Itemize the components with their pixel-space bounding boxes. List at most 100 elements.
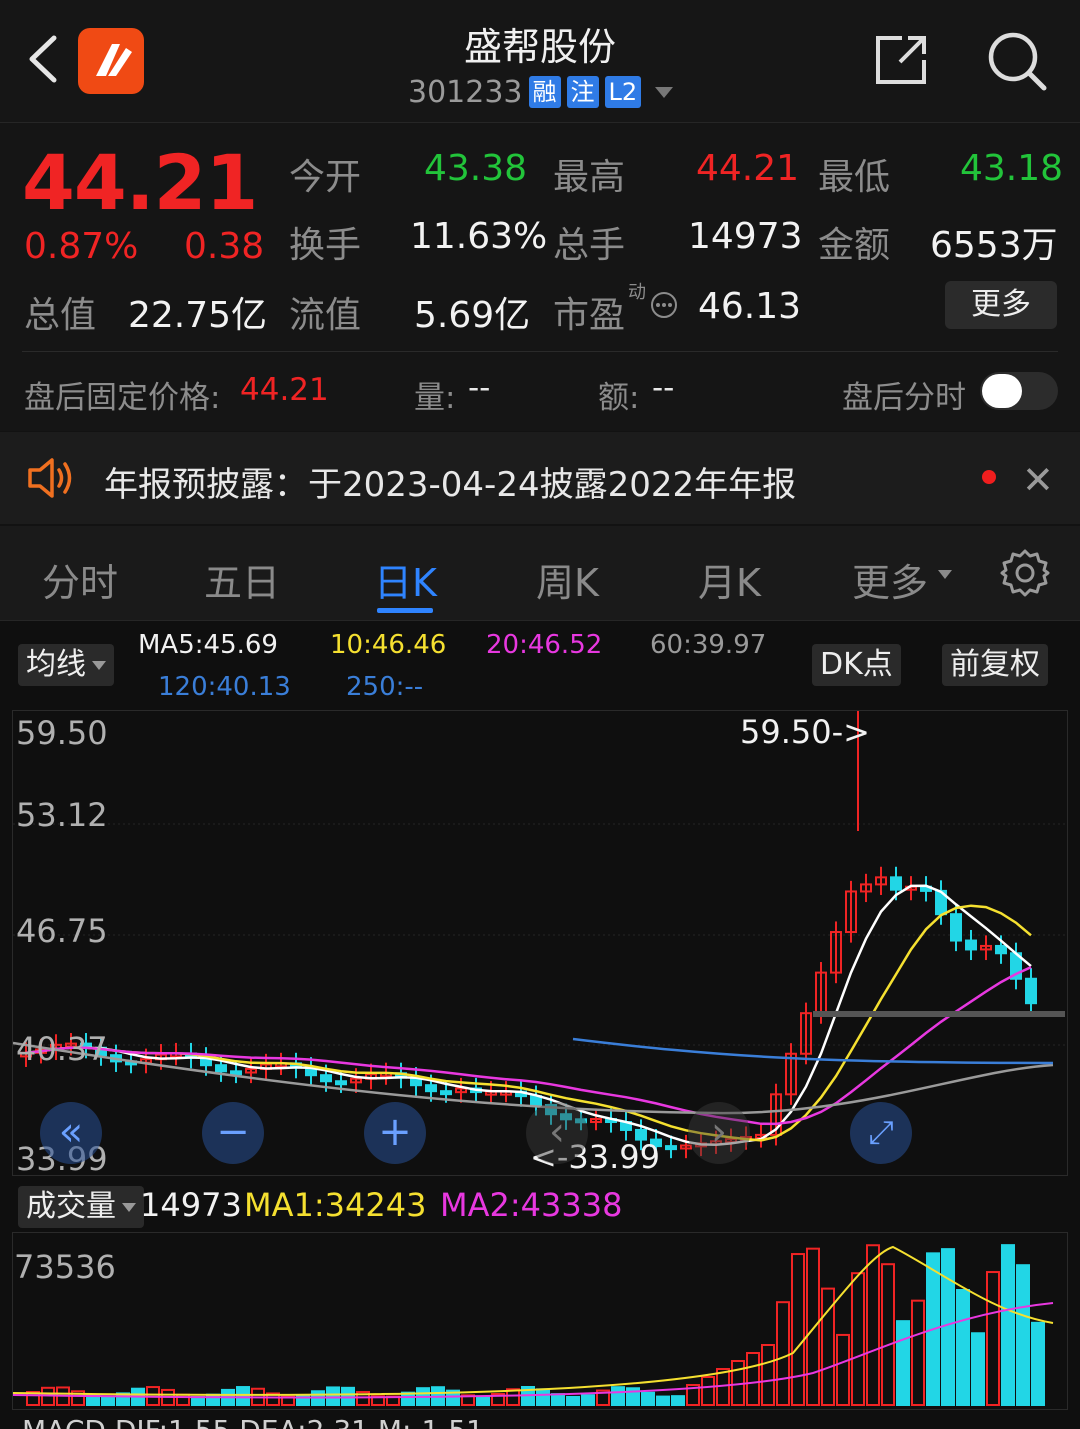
volume-bar (611, 1386, 625, 1407)
divider (22, 351, 1058, 352)
volume-ma1: MA1:34243 (244, 1186, 427, 1224)
candle (320, 1074, 332, 1083)
zoom-out-button[interactable]: − (202, 1102, 264, 1164)
after-hours-amount: -- (652, 370, 675, 406)
unread-dot (982, 470, 996, 484)
volume-bar (566, 1395, 580, 1406)
tab-daily-k[interactable]: 日K (374, 552, 437, 607)
close-icon[interactable]: ✕ (1022, 458, 1054, 502)
volume-chart[interactable] (13, 1233, 1065, 1407)
volume-bar (101, 1395, 115, 1406)
volume-bar (866, 1244, 880, 1406)
volume-bar (761, 1344, 775, 1406)
amount-value: 6553万 (930, 225, 1058, 266)
volume-bar (716, 1368, 730, 1406)
forward-adjust-button[interactable]: 前复权 (942, 644, 1048, 686)
after-hours-volume-label: 量: (414, 380, 456, 416)
speaker-icon (28, 458, 72, 498)
search-icon[interactable] (986, 30, 1048, 92)
back-arrow-icon[interactable] (24, 34, 64, 84)
ma20-value: 20:46.52 (486, 630, 603, 660)
more-button[interactable]: 更多 (945, 281, 1057, 329)
candle (665, 1145, 677, 1151)
pe-value: 46.13 (698, 286, 802, 327)
toggle-knob (982, 374, 1022, 408)
chevron-down-icon (938, 570, 952, 579)
after-hours-amount-label: 额: (598, 380, 640, 416)
tab-more[interactable]: 更多 (852, 552, 928, 607)
volume-bar (581, 1394, 595, 1407)
notice-text[interactable]: 年报预披露：于2023-04-24披露2022年年报 (104, 457, 796, 506)
volume-type-label: 成交量 (26, 1189, 116, 1224)
candle (1025, 977, 1037, 1005)
volume-bar (671, 1395, 685, 1407)
low-label: 最低 (818, 157, 891, 198)
volume-bar (86, 1394, 100, 1406)
fullscreen-icon[interactable]: ⤢ (850, 1102, 912, 1164)
price-band (813, 1011, 1065, 1017)
chevron-down-icon (92, 661, 106, 670)
ma60-value: 60:39.97 (650, 630, 767, 660)
margin-tag: 融 (528, 76, 561, 108)
volume-bar (881, 1263, 895, 1406)
change-percent: 0.87% (24, 226, 139, 267)
candle (965, 939, 977, 951)
tab-timeshare[interactable]: 分时 (42, 552, 118, 607)
registration-tag: 注 (566, 76, 599, 108)
volume-type-dropdown[interactable]: 成交量 (18, 1186, 144, 1228)
amount-label: 金额 (818, 225, 891, 266)
candle (440, 1090, 452, 1096)
share-icon[interactable] (872, 32, 930, 88)
zoom-in-button[interactable]: + (364, 1102, 426, 1164)
chevron-down-icon (655, 86, 674, 98)
after-hours-price-label: 盘后固定价格: (24, 380, 221, 416)
float-cap-value: 5.69亿 (414, 295, 531, 336)
low-value: 43.18 (960, 148, 1064, 189)
turnover-label: 换手 (289, 225, 362, 266)
ma120-value: 120:40.13 (158, 672, 291, 702)
scroll-left-button[interactable]: « (40, 1102, 102, 1164)
step-right-button[interactable]: › (688, 1102, 750, 1164)
kline-axis-label: 59.50 (16, 714, 108, 752)
volume-axis-max: 73536 (14, 1248, 116, 1286)
volume-bar (911, 1299, 925, 1406)
macd-bar: MACD DIF:1.55 DEA:2.31 M:-1.51 (22, 1414, 622, 1429)
volume-bar (536, 1388, 550, 1406)
level2-tag: L2 (604, 76, 642, 108)
volume-bar (1016, 1264, 1030, 1406)
dk-point-button[interactable]: DK点 (812, 644, 901, 686)
tab-five-day[interactable]: 五日 (204, 552, 280, 607)
volume-bar (1001, 1244, 1015, 1406)
candle (950, 913, 962, 942)
candle (230, 1070, 242, 1076)
candle (335, 1080, 347, 1086)
ma-type-label: 均线 (26, 647, 86, 682)
volume-bar (851, 1272, 865, 1406)
ma10-value: 10:46.46 (330, 630, 447, 660)
ma5-value: MA5:45.69 (138, 630, 278, 660)
gear-icon[interactable] (1000, 548, 1050, 598)
ma120-line (572, 1037, 1054, 1065)
volume-bar (791, 1253, 805, 1406)
volume-ma2: MA2:43338 (440, 1186, 623, 1224)
kline-chart[interactable] (13, 711, 1065, 1173)
tab-monthly-k[interactable]: 月K (698, 552, 761, 607)
stock-code: 301233 (408, 74, 523, 110)
ma-type-dropdown[interactable]: 均线 (18, 644, 114, 686)
open-value: 43.38 (424, 148, 528, 189)
stock-code-line[interactable]: 301233 融 注 L2 (408, 72, 674, 112)
high-marker: 59.50-> (740, 713, 870, 751)
volume-bar (986, 1271, 1000, 1406)
active-tab-indicator (377, 608, 433, 613)
after-hours-volume: -- (468, 370, 491, 406)
volume-bar (236, 1386, 250, 1407)
after-hours-price: 44.21 (240, 372, 329, 408)
volume-value: 14973 (688, 216, 803, 257)
tab-weekly-k[interactable]: 周K (536, 552, 599, 607)
step-left-button[interactable]: ‹ (526, 1102, 588, 1164)
more-dots-icon[interactable] (650, 291, 678, 319)
ma250-value: 250:-- (346, 672, 424, 702)
volume-bar (191, 1395, 205, 1407)
volume-bar (476, 1395, 490, 1406)
market-cap-label: 总值 (24, 295, 97, 336)
